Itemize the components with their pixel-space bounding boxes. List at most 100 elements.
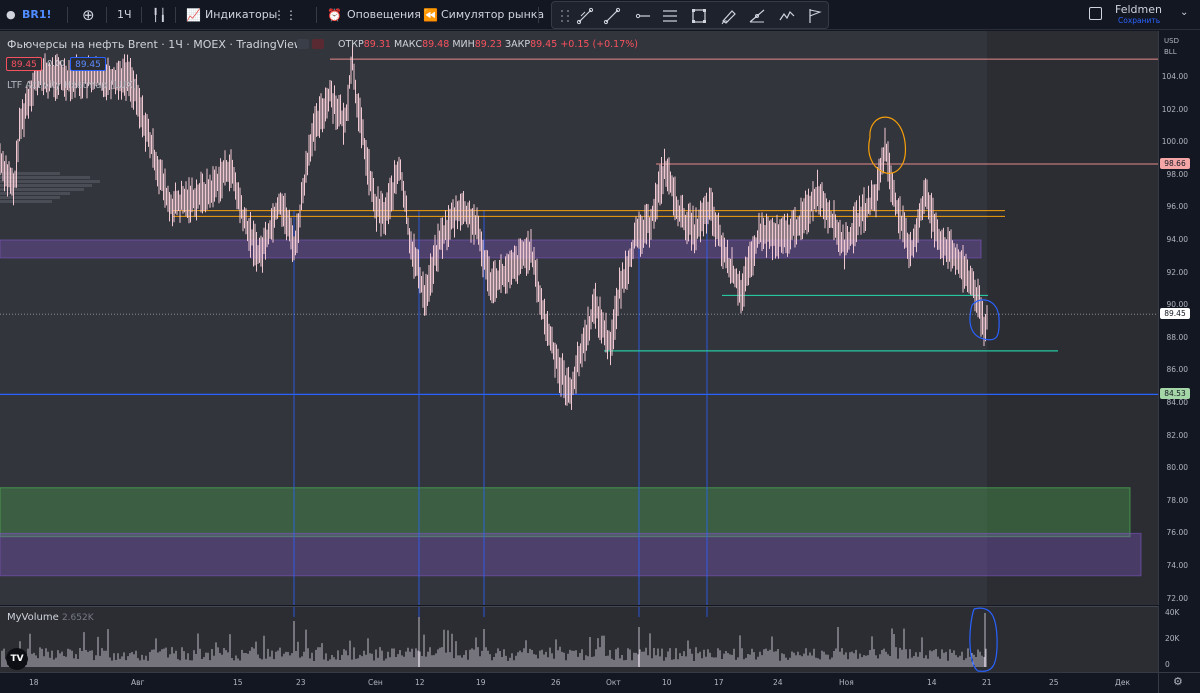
ohlc-values: ОТКР89.31 МАКС89.48 МИН89.23 ЗАКР89.45 +… <box>338 39 638 50</box>
price-tick: 100.00 <box>1161 137 1188 147</box>
green-zone <box>0 487 1131 538</box>
open-value: 89.31 <box>363 39 391 50</box>
price-tick: 96.00 <box>1166 202 1188 212</box>
volume-indicator-legend[interactable]: MyVolume 2.652K <box>7 612 94 623</box>
price-tick: 76.00 <box>1166 528 1188 538</box>
price-tick: 74.00 <box>1166 561 1188 570</box>
time-tick: 12 <box>415 678 425 687</box>
close-value: 89.45 <box>530 39 558 50</box>
time-tick: 19 <box>476 678 486 687</box>
time-tick: 23 <box>296 678 306 687</box>
buy-price-button[interactable]: 89.45 <box>70 57 106 71</box>
change-value: +0.15 (+0.17%) <box>560 39 638 50</box>
low-value: 89.23 <box>474 39 502 50</box>
close-label: ЗАКР <box>505 39 531 50</box>
volume-name: MyVolume <box>7 612 59 623</box>
price-tick: 92.00 <box>1166 267 1188 277</box>
time-tick: 24 <box>773 678 783 687</box>
price-tick: 78.00 <box>1166 495 1188 505</box>
price-label-98-66[interactable]: 98.66 <box>1160 158 1190 170</box>
templates-icon[interactable]: ⋮⋮ <box>273 0 297 30</box>
rectangle-icon[interactable] <box>690 7 708 25</box>
user-name: Feldmen <box>1115 3 1162 16</box>
price-label-89-45[interactable]: 89.45 <box>1160 308 1190 320</box>
price-tick: 72.00 <box>1166 593 1188 603</box>
droplet-icon: ● <box>6 8 16 21</box>
layout-icon[interactable] <box>1089 7 1102 20</box>
interval-button[interactable]: 1Ч <box>117 0 132 30</box>
chevron-down-icon[interactable]: ⌄ <box>1180 7 1188 18</box>
horizontal-ray-icon[interactable] <box>634 7 652 25</box>
time-tick: 18 <box>29 678 39 687</box>
price-chart[interactable] <box>0 31 1158 605</box>
compare-plus-icon[interactable]: ⊕ <box>82 0 95 30</box>
indicator-name[interactable]: LTF Activity Heatmap [LUX] <box>7 80 136 91</box>
trendline-icon[interactable] <box>576 7 594 25</box>
volume-tick: 20K <box>1165 634 1180 643</box>
time-tick: 26 <box>551 678 561 687</box>
top-toolbar: ● BR1! ⊕ 1Ч ╿╽ 📈 Индикаторы ⋮⋮ ⏰ Оповеще… <box>0 0 1200 30</box>
symbol-search-button[interactable]: BR1! <box>22 0 52 30</box>
price-tick: 102.00 <box>1161 104 1188 114</box>
time-tick: 15 <box>233 678 243 687</box>
time-tick: 21 <box>982 678 992 687</box>
heatmap-bar <box>0 196 60 199</box>
drag-handle-icon[interactable] <box>556 7 574 25</box>
settings-gear-icon[interactable]: ⚙ <box>1173 675 1183 688</box>
price-tick: 84.00 <box>1166 398 1188 407</box>
brush-icon[interactable] <box>720 7 738 25</box>
time-tick: Ноя <box>839 678 854 687</box>
chart-type-icon[interactable]: ╿╽ <box>152 0 166 30</box>
replay-icon: ⏪ <box>423 8 438 22</box>
price-label-84-53[interactable]: 84.53 <box>1160 388 1190 400</box>
time-tick: Дек <box>1115 678 1131 687</box>
toolbar-divider <box>538 7 539 23</box>
toolbar-divider <box>141 7 142 23</box>
toolbar-divider <box>175 7 176 23</box>
sell-price-button[interactable]: 89.45 <box>6 57 42 71</box>
tradingview-logo-icon[interactable]: TV <box>6 648 28 670</box>
flag-marker-icon[interactable] <box>806 7 824 25</box>
settings-icon[interactable] <box>312 39 324 49</box>
drawing-toolbar <box>551 1 829 29</box>
currency-label[interactable]: USD <box>1164 37 1179 45</box>
spread-value: 0.00 <box>47 59 65 68</box>
time-tick: 10 <box>662 678 672 687</box>
time-tick: Сен <box>368 678 383 687</box>
indicators-button[interactable]: Индикаторы <box>205 0 277 30</box>
high-value: 89.48 <box>422 39 450 50</box>
purple-zone <box>0 239 982 259</box>
open-label: ОТКР <box>338 39 364 50</box>
volume-axis[interactable]: 40K 20K 0 <box>1158 606 1200 672</box>
time-tick: 25 <box>1049 678 1059 687</box>
price-axis[interactable]: USD BLL 104.00 102.00 100.00 98.00 96.00 94.0… <box>1158 31 1200 605</box>
save-button[interactable]: Сохранить <box>1118 16 1160 25</box>
volume-value: 2.652K <box>61 613 94 623</box>
time-tick: Авг <box>131 678 145 687</box>
volume-tick: 0 <box>1165 660 1170 669</box>
alerts-button[interactable]: Оповещения <box>347 0 421 30</box>
unit-label[interactable]: BLL <box>1164 48 1177 56</box>
price-tick: 82.00 <box>1166 430 1188 440</box>
chart-legend-title[interactable]: Фьючерсы на нефть Brent · 1Ч · MOEX · Tr… <box>7 38 303 51</box>
ray-line-icon[interactable] <box>603 7 621 25</box>
time-axis[interactable]: 18 Авг 15 23 Сен 12 19 26 Окт 10 17 24 Ноя 14 21 25 Дек <box>0 672 1158 693</box>
price-tick: 94.00 <box>1166 235 1188 244</box>
volume-tick: 40K <box>1165 608 1180 617</box>
parallel-channel-icon[interactable] <box>661 7 679 25</box>
pattern-icon[interactable] <box>778 7 796 25</box>
purple-zone <box>0 532 1142 577</box>
price-tick: 86.00 <box>1166 365 1188 375</box>
volume-pane[interactable] <box>0 606 1158 672</box>
time-tick: Окт <box>606 678 621 687</box>
time-tick: 14 <box>927 678 937 687</box>
price-tick: 98.00 <box>1166 169 1188 179</box>
high-label: МАКС <box>394 39 423 50</box>
replay-button[interactable]: Симулятор рынка <box>441 0 544 30</box>
chart-pane[interactable] <box>0 31 1158 605</box>
pitchfork-icon[interactable] <box>748 7 766 25</box>
volume-chart <box>1 607 998 672</box>
toolbar-divider <box>106 7 107 23</box>
eye-icon[interactable] <box>297 39 309 49</box>
heatmap-bar <box>0 188 84 191</box>
